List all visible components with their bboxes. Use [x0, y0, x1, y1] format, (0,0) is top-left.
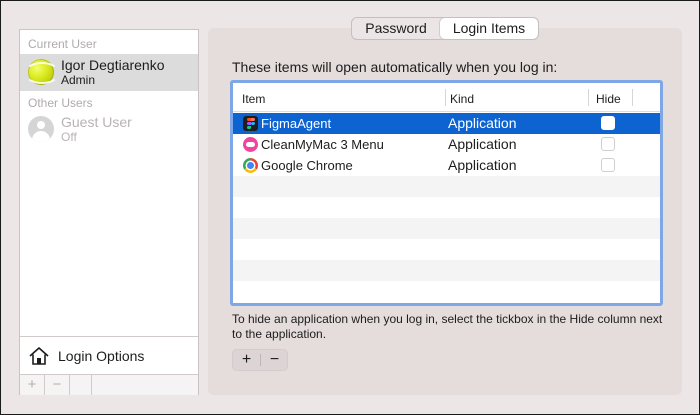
table-header: Item Kind Hide	[233, 83, 660, 112]
figma-icon	[243, 116, 258, 131]
user-options-button[interactable]	[70, 375, 92, 395]
user-role: Admin	[61, 73, 96, 87]
add-login-item-button[interactable]: +	[233, 350, 260, 370]
empty-row	[233, 281, 660, 302]
column-separator	[632, 89, 633, 106]
other-users-header: Other Users	[28, 96, 93, 110]
remove-user-button[interactable]: −	[45, 375, 70, 395]
column-header-item[interactable]: Item	[242, 92, 265, 106]
item-kind: Application	[448, 115, 517, 131]
login-options-label: Login Options	[58, 348, 145, 364]
hide-checkbox[interactable]	[601, 137, 615, 151]
user-status: Off	[61, 130, 77, 144]
user-row-guest[interactable]: Guest User Off	[20, 111, 198, 148]
login-options-button[interactable]: Login Options	[28, 345, 188, 367]
item-kind: Application	[448, 136, 517, 152]
person-silhouette-avatar-icon	[28, 116, 54, 142]
tennis-ball-avatar-icon	[25, 59, 59, 85]
user-row-current[interactable]: Igor Degtiarenko Admin	[20, 54, 198, 91]
table-row[interactable]: CleanMyMac 3 Menu Application	[233, 134, 660, 155]
empty-row	[233, 260, 660, 281]
empty-row	[233, 197, 660, 218]
current-user-header: Current User	[28, 37, 97, 51]
add-remove-controls: + −	[232, 349, 288, 371]
empty-row	[233, 239, 660, 260]
empty-row	[233, 176, 660, 197]
intro-text: These items will open automatically when…	[232, 59, 558, 75]
tab-login-items[interactable]: Login Items	[440, 18, 538, 39]
users-groups-window: Current User Igor Degtiarenko Admin Othe…	[0, 0, 700, 415]
add-user-button[interactable]: +	[20, 375, 45, 395]
column-header-kind[interactable]: Kind	[450, 92, 474, 106]
column-separator	[445, 89, 446, 106]
user-list-sidebar: Current User Igor Degtiarenko Admin Othe…	[19, 29, 199, 395]
chrome-icon	[243, 158, 258, 173]
cleanmymac-icon	[243, 137, 258, 152]
column-separator	[588, 89, 589, 106]
sidebar-toolbar: + −	[20, 374, 198, 395]
column-header-hide[interactable]: Hide	[596, 92, 621, 106]
hide-checkbox[interactable]	[601, 158, 615, 172]
sidebar-divider	[20, 336, 198, 337]
user-name: Igor Degtiarenko	[61, 57, 165, 73]
login-items-table[interactable]: Item Kind Hide FigmaAgent Application Cl…	[230, 80, 663, 306]
item-name: Google Chrome	[261, 158, 353, 173]
empty-row	[233, 218, 660, 239]
remove-login-item-button[interactable]: −	[261, 350, 288, 370]
item-name: FigmaAgent	[261, 116, 332, 131]
item-name: CleanMyMac 3 Menu	[261, 137, 384, 152]
house-icon	[29, 347, 49, 365]
hide-checkbox[interactable]	[601, 116, 615, 130]
tab-password[interactable]: Password	[352, 18, 440, 39]
item-kind: Application	[448, 157, 517, 173]
user-name: Guest User	[61, 114, 132, 130]
table-row[interactable]: Google Chrome Application	[233, 155, 660, 176]
table-row[interactable]: FigmaAgent Application	[233, 113, 660, 134]
tab-bar: Password Login Items	[351, 17, 539, 40]
help-text: To hide an application when you log in, …	[232, 312, 663, 341]
